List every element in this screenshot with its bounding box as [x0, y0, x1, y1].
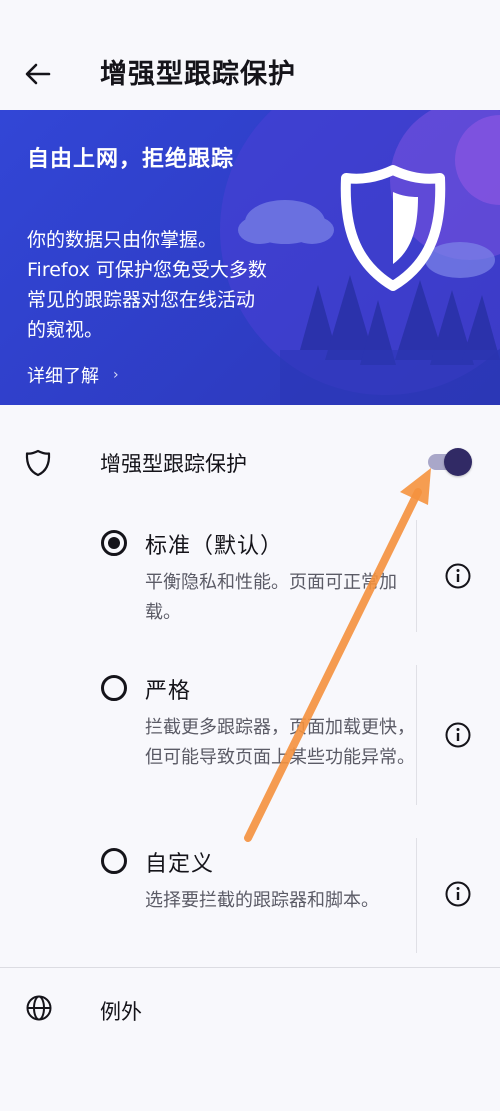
option-standard[interactable]: 标准（默认） 平衡隐私和性能。页面可正常加载。 [0, 520, 500, 640]
info-icon[interactable] [444, 880, 472, 908]
etp-toggle-switch[interactable] [426, 446, 476, 476]
learn-more-label: 详细了解 [27, 366, 99, 387]
exceptions-row[interactable]: 例外 [0, 978, 500, 1038]
option-strict[interactable]: 严格 拦截更多跟踪器，页面加载更快，但可能导致页面上某些功能异常。 [0, 665, 500, 810]
info-icon[interactable] [444, 562, 472, 590]
protection-banner: 自由上网，拒绝跟踪 你的数据只由你掌握。Firefox 可保护您免受大多数常见的… [0, 110, 500, 405]
app-bar: 增强型跟踪保护 [0, 0, 500, 110]
toggle-thumb [444, 448, 472, 476]
back-arrow-icon [25, 63, 51, 85]
radio-standard[interactable] [101, 530, 127, 556]
back-button[interactable] [14, 50, 62, 98]
learn-more-link[interactable]: 详细了解 › [27, 362, 119, 388]
option-description: 拦截更多跟踪器，页面加载更快，但可能导致页面上某些功能异常。 [145, 717, 415, 768]
etp-label: 增强型跟踪保护 [100, 452, 247, 476]
divider [416, 665, 417, 805]
option-title: 自定义 [145, 852, 215, 877]
option-description: 平衡隐私和性能。页面可正常加载。 [145, 572, 397, 623]
page-title: 增强型跟踪保护 [100, 59, 296, 90]
etp-toggle-row[interactable]: 增强型跟踪保护 [0, 430, 500, 496]
divider [416, 838, 417, 953]
info-icon[interactable] [444, 721, 472, 749]
radio-custom[interactable] [101, 848, 127, 874]
shield-icon [340, 165, 446, 291]
option-custom[interactable]: 自定义 选择要拦截的跟踪器和脚本。 [0, 838, 500, 958]
shield-outline-icon [25, 449, 51, 477]
globe-icon [26, 995, 52, 1021]
banner-description: 你的数据只由你掌握。Firefox 可保护您免受大多数常见的跟踪器对您在线活动的… [27, 229, 267, 341]
option-description: 选择要拦截的跟踪器和脚本。 [145, 890, 379, 911]
exceptions-label: 例外 [100, 1000, 142, 1024]
divider [416, 520, 417, 632]
banner-title: 自由上网，拒绝跟踪 [27, 147, 235, 172]
radio-strict[interactable] [101, 675, 127, 701]
section-divider [0, 967, 500, 968]
option-title: 标准（默认） [145, 534, 284, 559]
option-title: 严格 [145, 679, 192, 704]
chevron-right-icon: › [113, 367, 119, 383]
